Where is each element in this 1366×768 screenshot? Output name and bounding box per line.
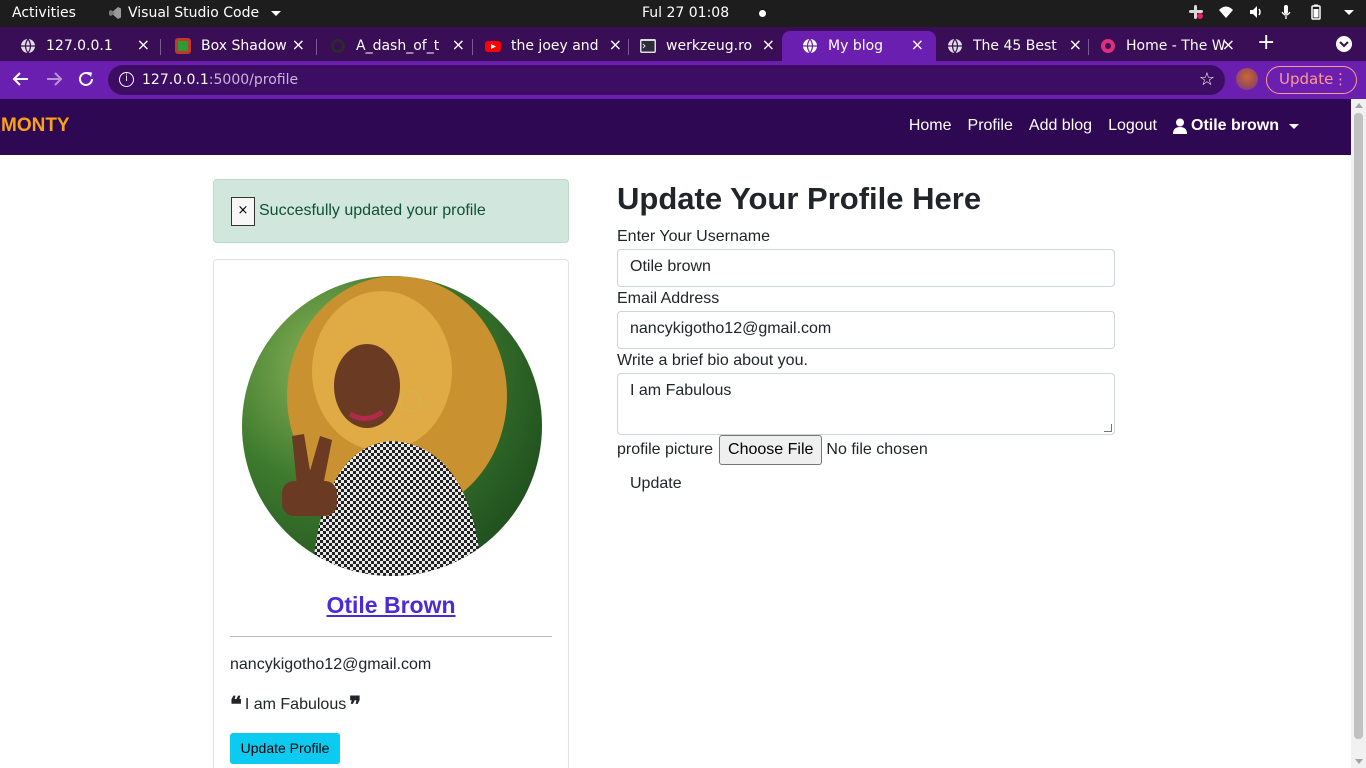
clock[interactable]: Ful 27 01:08 — [642, 5, 767, 21]
volume-icon[interactable] — [1248, 4, 1264, 20]
email-input[interactable]: nancykigotho12@gmail.com — [617, 311, 1115, 349]
profile-email: nancykigotho12@gmail.com — [230, 656, 432, 673]
nav-profile[interactable]: Profile — [968, 117, 1013, 135]
form-heading: Update Your Profile Here — [617, 181, 982, 216]
tab-127-0-0-1[interactable]: 127.0.0.1 × — [0, 31, 158, 61]
profile-picture-row: profile picture Choose File No file chos… — [617, 435, 928, 465]
alert-message: Succesfully updated your profile — [259, 202, 486, 219]
bio-textarea-text: I am Fabulous — [630, 382, 732, 399]
activities-button[interactable]: Activities — [12, 5, 76, 21]
wifi-icon[interactable] — [1218, 4, 1234, 20]
site-info-icon[interactable]: i — [119, 72, 134, 87]
card-divider — [230, 636, 552, 637]
quote-left-icon: ❝ — [230, 692, 242, 718]
notification-dot-icon — [759, 9, 767, 17]
nav-logout[interactable]: Logout — [1108, 117, 1157, 135]
nav-add-blog[interactable]: Add blog — [1029, 117, 1092, 135]
profile-picture-label: profile picture — [617, 441, 714, 458]
alert-close-button[interactable]: × — [231, 197, 255, 226]
chevron-down-icon — [271, 10, 282, 16]
close-icon[interactable]: × — [1222, 37, 1235, 53]
nav-links: Home Profile Add blog Logout Otile brown — [909, 117, 1299, 135]
box-shadow-icon — [175, 38, 191, 54]
quote-right-icon: ❞ — [349, 692, 362, 718]
success-alert: × Succesfully updated your profile — [213, 179, 569, 243]
profile-bio: ❝ I am Fabulous ❞ — [230, 692, 362, 718]
page-scrollbar[interactable] — [1351, 99, 1366, 768]
globe-icon — [948, 38, 962, 54]
bio-label: Write a brief bio about you. — [617, 352, 808, 369]
bookmark-star-icon[interactable]: ☆ — [1199, 69, 1215, 90]
url-host: 127.0.0.1 — [142, 72, 209, 88]
no-file-chosen-text: No file chosen — [826, 441, 928, 458]
choose-file-button[interactable]: Choose File — [719, 435, 823, 465]
close-icon[interactable]: × — [452, 37, 465, 53]
globe-icon — [803, 38, 817, 54]
tab-home-the-w[interactable]: Home - The W × — [1080, 31, 1243, 61]
username-label: Enter Your Username — [617, 228, 770, 245]
tab-werkzeug[interactable]: werkzeug.ro × — [620, 31, 783, 61]
resize-handle-icon[interactable] — [1104, 424, 1112, 432]
brand-logo[interactable]: MONTY — [1, 115, 70, 137]
close-icon[interactable]: × — [762, 37, 775, 53]
profile-photo — [242, 276, 542, 576]
slack-icon[interactable] — [1188, 4, 1204, 20]
battery-icon[interactable] — [1308, 4, 1324, 20]
system-tray[interactable] — [1188, 4, 1354, 20]
nav-home[interactable]: Home — [909, 117, 952, 135]
nav-user-dropdown[interactable]: Otile brown — [1173, 117, 1299, 135]
close-icon[interactable]: × — [137, 37, 150, 53]
submit-update-button[interactable]: Update — [630, 475, 682, 493]
profile-bio-text: I am Fabulous — [244, 696, 347, 713]
browser-update-label: Update — [1279, 70, 1334, 88]
youtube-icon — [485, 41, 501, 52]
url-text: 127.0.0.1:5000/profile — [142, 72, 298, 88]
microphone-icon[interactable] — [1278, 4, 1294, 20]
username-input[interactable]: Otile brown — [617, 249, 1115, 287]
tab-a-dash-of[interactable]: A_dash_of_t × — [310, 31, 473, 61]
tab-box-shadow[interactable]: Box Shadow × — [155, 31, 313, 61]
app-menu[interactable]: Visual Studio Code — [108, 5, 282, 21]
new-tab-plus-icon[interactable]: + — [1257, 32, 1275, 54]
system-top-bar: Activities Visual Studio Code Ful 27 01:… — [0, 0, 1366, 27]
profile-avatar-icon[interactable] — [1236, 68, 1258, 90]
close-icon[interactable]: × — [911, 37, 924, 53]
reload-icon[interactable] — [77, 70, 95, 88]
tab-my-blog[interactable]: My blog × — [782, 31, 936, 61]
github-icon — [331, 39, 345, 53]
nav-user-name: Otile brown — [1191, 117, 1279, 134]
profile-card: Otile Brown nancykigotho12@gmail.com ❝ I… — [213, 259, 569, 768]
scroll-up-arrow-icon[interactable] — [1355, 103, 1363, 108]
vscode-icon — [109, 7, 121, 19]
kebab-menu-icon[interactable]: ⋮ — [1333, 67, 1348, 92]
chevron-down-icon — [1289, 123, 1299, 129]
tab-search-chevron-icon[interactable] — [1336, 36, 1352, 52]
globe-icon — [21, 38, 35, 54]
browser-toolbar: i 127.0.0.1:5000/profile ☆ — [0, 61, 1366, 99]
email-label: Email Address — [617, 290, 720, 307]
tab-the-joey[interactable]: the joey and × — [465, 31, 630, 61]
system-menu-chevron-icon[interactable] — [1344, 9, 1354, 15]
address-bar[interactable]: i 127.0.0.1:5000/profile ☆ — [108, 65, 1225, 95]
back-arrow-icon[interactable] — [12, 70, 30, 88]
browser-update-button[interactable]: Update ⋮ — [1266, 66, 1357, 94]
profile-name-link[interactable]: Otile Brown — [214, 592, 568, 619]
tab-the-45-best[interactable]: The 45 Best × — [927, 31, 1090, 61]
browser-tab-strip: 127.0.0.1 × Box Shadow × A_dash_of_t × t… — [0, 27, 1366, 61]
clock-text: Ful 27 01:08 — [642, 5, 730, 21]
terminal-icon — [640, 39, 656, 53]
app-menu-label: Visual Studio Code — [128, 5, 260, 21]
scrollbar-thumb[interactable] — [1354, 113, 1363, 739]
user-icon — [1173, 118, 1187, 134]
update-profile-button[interactable]: Update Profile — [230, 733, 340, 764]
site-icon — [1101, 39, 1115, 53]
url-path: :5000/profile — [208, 72, 299, 88]
close-icon[interactable]: × — [292, 37, 305, 53]
scroll-down-arrow-icon[interactable] — [1355, 759, 1363, 764]
site-navbar: MONTY Home Profile Add blog Logout Otile… — [0, 99, 1351, 155]
bio-textarea[interactable]: I am Fabulous — [617, 373, 1115, 435]
forward-arrow-icon[interactable] — [45, 70, 63, 88]
